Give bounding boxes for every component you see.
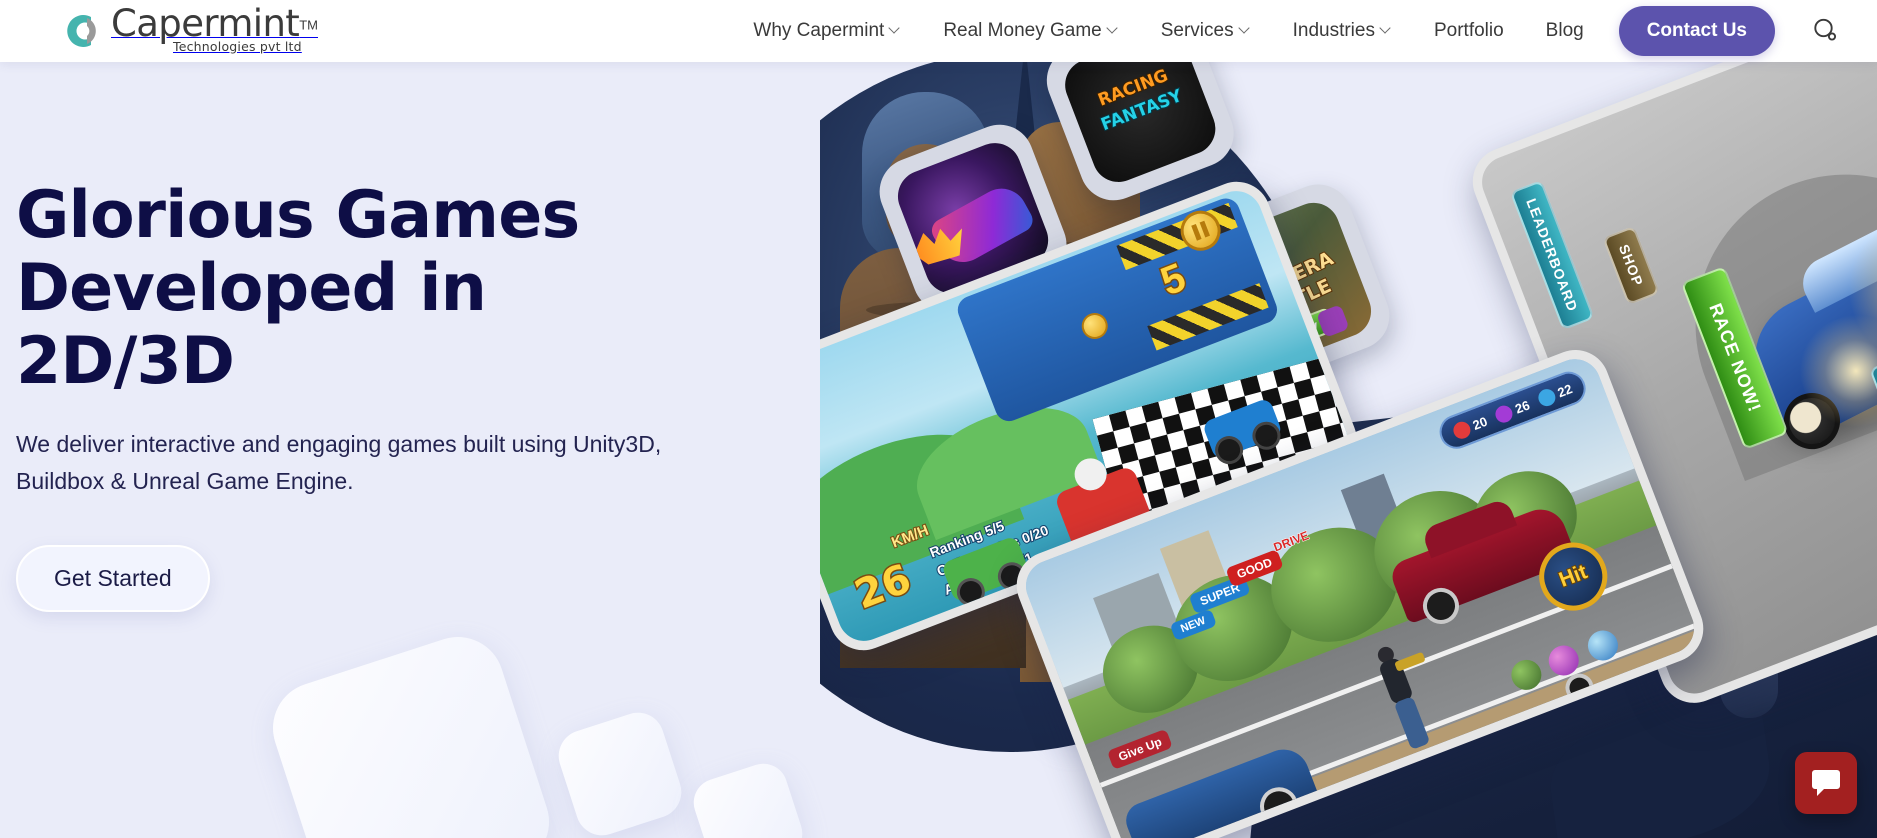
hud-health: 20 — [1450, 412, 1489, 441]
hero-title-line-1: Glorious Games — [16, 178, 580, 253]
chevron-down-icon — [1381, 24, 1392, 35]
hero-content: Glorious Games Developed in 2D/3D We del… — [0, 62, 880, 838]
chevron-down-icon — [1108, 24, 1119, 35]
chat-widget-button[interactable] — [1795, 752, 1857, 814]
get-started-button[interactable]: Get Started — [16, 545, 210, 613]
chat-bubble-icon — [1809, 765, 1843, 802]
nav-label: Industries — [1292, 20, 1375, 41]
fern-shape — [1542, 697, 1778, 838]
logo-wordmark: CapermintTM Technologies pvt ltd — [111, 4, 318, 54]
page-root: CapermintTM Technologies pvt ltd Why Cap… — [0, 0, 1877, 838]
page-title: Glorious Games Developed in 2D/3D — [16, 178, 636, 399]
nav-label: Portfolio — [1433, 20, 1504, 41]
logo-tagline: Technologies pvt ltd — [173, 38, 302, 54]
chevron-down-icon — [890, 24, 901, 35]
nav-label: Why Capermint — [753, 20, 885, 41]
hud-coin-value: 22 — [1555, 380, 1575, 400]
hud-health-value: 20 — [1470, 413, 1490, 433]
site-header: CapermintTM Technologies pvt ltd Why Cap… — [0, 0, 1877, 62]
contact-us-button[interactable]: Contact Us — [1618, 6, 1775, 56]
hero-artwork: RACING FANTASY MASEERA BATTLE Play — [820, 62, 1877, 838]
nav-item-why-capermint[interactable]: Why Capermint — [732, 0, 922, 62]
search-button[interactable] — [1805, 11, 1845, 51]
nav-label: Blog — [1545, 20, 1584, 41]
racing-fantasy-art: RACING FANTASY — [1057, 62, 1223, 190]
nav-label: Real Money Game — [943, 20, 1102, 41]
hud-gem-value: 26 — [1512, 396, 1532, 417]
nav-item-real-money-game[interactable]: Real Money Game — [922, 0, 1139, 62]
hero-subtitle: We deliver interactive and engaging game… — [16, 431, 662, 494]
search-icon — [1811, 16, 1839, 47]
nav-item-services[interactable]: Services — [1140, 0, 1272, 62]
capermint-logo-icon — [58, 9, 104, 53]
hud-coin: 22 — [1535, 380, 1574, 409]
garage-menu-shop: SHOP — [1602, 225, 1660, 305]
logo-link[interactable]: CapermintTM Technologies pvt ltd — [58, 0, 318, 62]
orb-icon — [1535, 386, 1558, 409]
main-navigation: Why Capermint Real Money Game Services I… — [732, 0, 1877, 62]
gem-icon — [1492, 402, 1515, 425]
heart-icon — [1450, 418, 1473, 441]
nav-item-portfolio[interactable]: Portfolio — [1413, 0, 1525, 62]
nav-label: Services — [1160, 20, 1234, 41]
chevron-down-icon — [1240, 24, 1251, 35]
hud-gem: 26 — [1492, 396, 1532, 425]
garage-menu-leaderboard: LEADERBOARD — [1509, 179, 1595, 331]
logo-tm: TM — [299, 17, 318, 33]
nav-item-blog[interactable]: Blog — [1525, 0, 1605, 62]
hero-title-line-2: Developed in 2D/3D — [16, 250, 487, 399]
nav-item-industries[interactable]: Industries — [1272, 0, 1413, 62]
